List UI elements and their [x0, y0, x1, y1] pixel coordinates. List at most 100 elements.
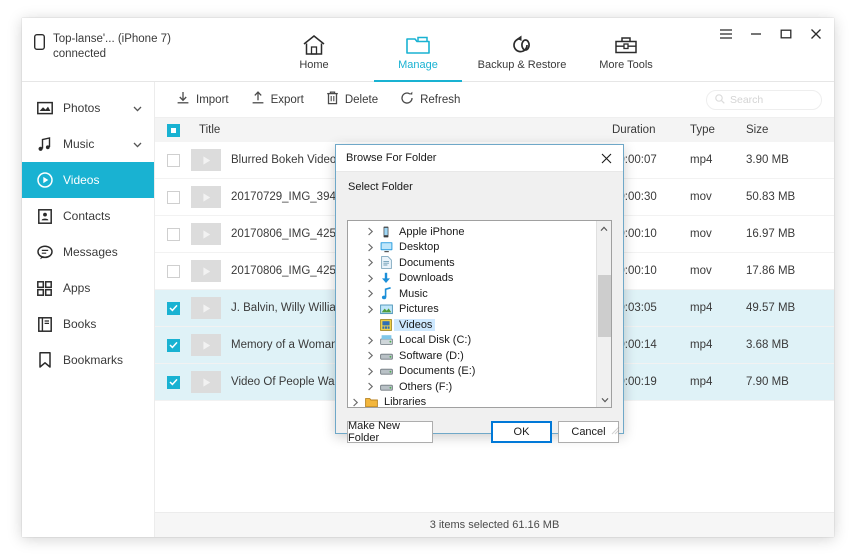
row-checkbox-cell[interactable] — [155, 376, 191, 389]
chevron-right-icon[interactable] — [363, 382, 378, 391]
row-checkbox[interactable] — [167, 191, 180, 204]
tree-node[interactable]: Videos — [348, 317, 611, 333]
row-checkbox[interactable] — [167, 376, 180, 389]
select-all-checkbox[interactable] — [167, 124, 180, 137]
select-all-cell[interactable] — [155, 124, 191, 137]
scrollbar-thumb[interactable] — [598, 275, 611, 337]
import-icon — [176, 91, 190, 108]
dialog-subtitle: Select Folder — [336, 172, 623, 193]
desktop-icon — [378, 241, 394, 253]
sidebar-item-messages[interactable]: Messages — [22, 234, 154, 270]
maximize-icon[interactable] — [778, 26, 794, 42]
nav-item-more-tools[interactable]: More Tools — [574, 18, 678, 82]
search-input[interactable]: Search — [706, 90, 822, 110]
tree-node[interactable]: Desktop — [348, 240, 611, 256]
import-button[interactable]: Import — [167, 87, 238, 112]
make-new-folder-button[interactable]: Make New Folder — [347, 421, 433, 443]
video-thumbnail[interactable] — [191, 223, 221, 245]
delete-button[interactable]: Delete — [317, 87, 387, 112]
column-header-duration[interactable]: Duration — [612, 124, 690, 136]
tree-node[interactable]: Software (D:) — [348, 348, 611, 364]
export-button[interactable]: Export — [242, 87, 313, 112]
chevron-down-icon[interactable] — [133, 135, 142, 153]
tree-node[interactable]: Documents — [348, 255, 611, 271]
row-checkbox[interactable] — [167, 265, 180, 278]
tree-scrollbar[interactable] — [596, 221, 611, 407]
chevron-right-icon[interactable] — [363, 243, 378, 252]
video-thumbnail[interactable] — [191, 186, 221, 208]
videos-icon — [378, 319, 394, 331]
sidebar-item-photos[interactable]: Photos — [22, 90, 154, 126]
tree-node-label: Music — [394, 288, 428, 300]
tree-node[interactable]: Pictures — [348, 302, 611, 318]
sidebar-item-contacts[interactable]: Contacts — [22, 198, 154, 234]
nav-item-home[interactable]: Home — [262, 18, 366, 82]
tree-node[interactable]: Music — [348, 286, 611, 302]
column-header-size[interactable]: Size — [746, 124, 834, 136]
chevron-right-icon[interactable] — [348, 398, 363, 407]
bookmark-icon — [36, 352, 53, 369]
refresh-button[interactable]: Refresh — [391, 87, 469, 112]
ok-button[interactable]: OK — [491, 421, 552, 443]
document-icon — [378, 256, 394, 269]
sidebar-item-bookmarks[interactable]: Bookmarks — [22, 342, 154, 378]
chevron-right-icon[interactable] — [363, 305, 378, 314]
nav-item-backup-restore[interactable]: Backup & Restore — [470, 18, 574, 82]
sidebar-item-books[interactable]: Books — [22, 306, 154, 342]
tree-node[interactable]: Apple iPhone — [348, 224, 611, 240]
column-header-title[interactable]: Title — [191, 124, 612, 136]
drive-icon — [378, 351, 394, 361]
tree-node[interactable]: Downloads — [348, 271, 611, 287]
tree-node[interactable]: Libraries — [348, 395, 611, 409]
close-icon[interactable] — [595, 148, 617, 168]
row-checkbox[interactable] — [167, 339, 180, 352]
row-type: mp4 — [690, 376, 746, 388]
row-checkbox-cell[interactable] — [155, 339, 191, 352]
device-status[interactable]: Top-lanse'... (iPhone 7) connected — [34, 32, 171, 62]
row-type: mov — [690, 228, 746, 240]
row-size: 49.57 MB — [746, 302, 834, 314]
sidebar-item-videos[interactable]: Videos — [22, 162, 154, 198]
column-header-type[interactable]: Type — [690, 124, 746, 136]
row-checkbox-cell[interactable] — [155, 154, 191, 167]
apps-icon — [36, 280, 53, 297]
row-checkbox-cell[interactable] — [155, 265, 191, 278]
phone-icon — [34, 34, 45, 55]
chevron-right-icon[interactable] — [363, 367, 378, 376]
row-type: mp4 — [690, 339, 746, 351]
menu-icon[interactable] — [718, 26, 734, 42]
video-thumbnail[interactable] — [191, 260, 221, 282]
chevron-right-icon[interactable] — [363, 274, 378, 283]
video-thumbnail[interactable] — [191, 334, 221, 356]
scroll-down-arrow[interactable] — [597, 392, 612, 407]
sidebar-item-apps[interactable]: Apps — [22, 270, 154, 306]
sidebar-item-music[interactable]: Music — [22, 126, 154, 162]
row-checkbox-cell[interactable] — [155, 191, 191, 204]
row-checkbox[interactable] — [167, 302, 180, 315]
tree-node[interactable]: Others (F:) — [348, 379, 611, 395]
nav-item-manage[interactable]: Manage — [366, 18, 470, 82]
resize-grip-icon[interactable] — [611, 422, 620, 431]
chevron-right-icon[interactable] — [363, 289, 378, 298]
video-thumbnail[interactable] — [191, 297, 221, 319]
music-icon — [36, 136, 53, 153]
cancel-button[interactable]: Cancel — [558, 421, 619, 443]
chevron-down-icon[interactable] — [133, 99, 142, 117]
chevron-right-icon[interactable] — [363, 227, 378, 236]
video-thumbnail[interactable] — [191, 371, 221, 393]
chevron-right-icon[interactable] — [363, 258, 378, 267]
row-checkbox-cell[interactable] — [155, 228, 191, 241]
row-checkbox[interactable] — [167, 154, 180, 167]
scroll-up-arrow[interactable] — [597, 221, 611, 236]
chevron-right-icon[interactable] — [363, 336, 378, 345]
close-icon[interactable] — [808, 26, 824, 42]
tree-node[interactable]: Documents (E:) — [348, 364, 611, 380]
chevron-right-icon[interactable] — [363, 351, 378, 360]
drive-icon — [378, 366, 394, 376]
row-checkbox[interactable] — [167, 228, 180, 241]
video-thumbnail[interactable] — [191, 149, 221, 171]
row-checkbox-cell[interactable] — [155, 302, 191, 315]
tree-node-label: Downloads — [394, 272, 453, 284]
tree-node[interactable]: Local Disk (C:) — [348, 333, 611, 349]
minimize-icon[interactable] — [748, 26, 764, 42]
